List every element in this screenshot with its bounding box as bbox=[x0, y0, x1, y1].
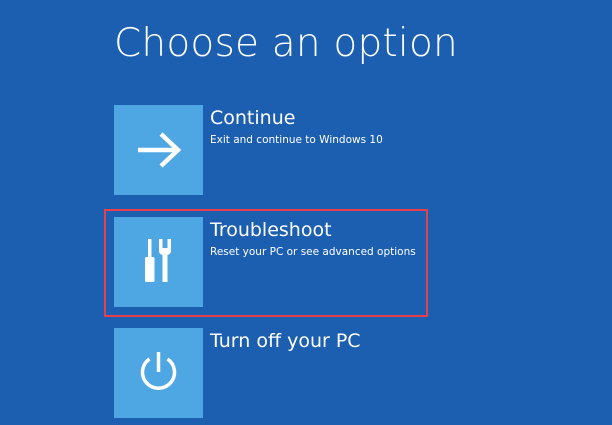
turn-off-title[interactable]: Turn off your PC bbox=[210, 330, 361, 352]
power-icon bbox=[140, 352, 177, 390]
continue-description: Exit and continue to Windows 10 bbox=[210, 134, 383, 146]
page-title: Choose an option bbox=[114, 21, 458, 66]
arrow-right-icon bbox=[138, 132, 182, 168]
troubleshoot-description: Reset your PC or see advanced options bbox=[210, 246, 416, 258]
turn-off-option[interactable]: Turn off your PC bbox=[114, 328, 434, 418]
tools-icon bbox=[145, 239, 171, 282]
continue-option[interactable]: Continue Exit and continue to Windows 10 bbox=[114, 105, 434, 195]
troubleshoot-tile[interactable] bbox=[114, 217, 203, 307]
continue-tile[interactable] bbox=[114, 105, 203, 195]
troubleshoot-title[interactable]: Troubleshoot bbox=[210, 219, 332, 241]
troubleshoot-option[interactable]: Troubleshoot Reset your PC or see advanc… bbox=[114, 217, 434, 307]
turn-off-tile[interactable] bbox=[114, 328, 203, 418]
continue-title[interactable]: Continue bbox=[210, 107, 295, 129]
